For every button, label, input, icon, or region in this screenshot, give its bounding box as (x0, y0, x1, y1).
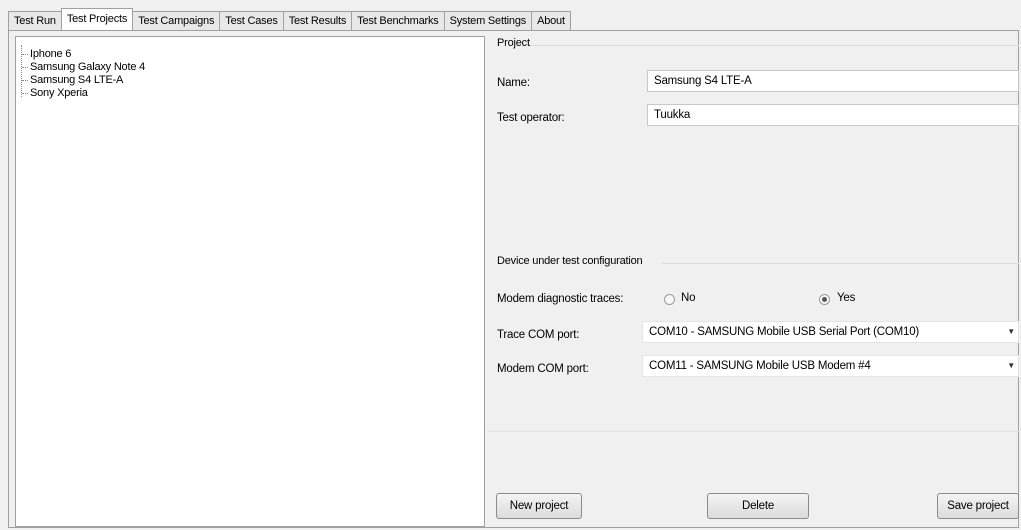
tree-item-label: Samsung S4 LTE-A (30, 74, 124, 86)
modem-com-port-label: Modem COM port: (497, 363, 589, 375)
separator (487, 431, 1020, 432)
radio-no[interactable] (664, 294, 675, 305)
name-field[interactable]: Samsung S4 LTE-A (647, 70, 1019, 92)
modem-com-port-value: COM11 - SAMSUNG Mobile USB Modem #4 (649, 360, 871, 372)
save-project-button[interactable]: Save project (937, 493, 1019, 519)
name-label: Name: (497, 77, 530, 89)
modem-com-port-select[interactable]: COM11 - SAMSUNG Mobile USB Modem #4 ▼ (642, 355, 1019, 377)
tab-system-settings[interactable]: System Settings (443, 11, 533, 30)
tab-test-results[interactable]: Test Results (282, 11, 353, 30)
tab-about[interactable]: About (531, 11, 571, 30)
project-details-pane: Project Name: Samsung S4 LTE-A Test oper… (487, 31, 1020, 529)
tree-item-label: Samsung Galaxy Note 4 (30, 61, 146, 73)
test-operator-field[interactable]: Tuukka (647, 104, 1019, 126)
trace-com-port-label: Trace COM port: (497, 329, 580, 341)
modem-traces-label: Modem diagnostic traces: (497, 293, 624, 305)
chevron-down-icon: ▼ (1007, 327, 1015, 336)
tab-bar: Test Run Test Projects Test Campaigns Te… (8, 8, 571, 30)
tree-item-label: Iphone 6 (30, 48, 72, 60)
tab-panel: Iphone 6 Samsung Galaxy Note 4 Samsung S… (8, 30, 1020, 529)
radio-yes[interactable] (819, 294, 830, 305)
tree-item-label: Sony Xperia (30, 87, 88, 99)
dut-group-title: Device under test configuration (497, 255, 643, 267)
tab-test-cases[interactable]: Test Cases (219, 11, 284, 30)
project-group-border (527, 45, 1019, 46)
projects-tree[interactable]: Iphone 6 Samsung Galaxy Note 4 Samsung S… (15, 36, 485, 527)
test-operator-label: Test operator: (497, 112, 565, 124)
tab-test-benchmarks[interactable]: Test Benchmarks (351, 11, 445, 30)
tree-item[interactable]: Sony Xperia (22, 87, 88, 99)
trace-com-port-value: COM10 - SAMSUNG Mobile USB Serial Port (… (649, 326, 920, 338)
tab-test-campaigns[interactable]: Test Campaigns (132, 11, 221, 30)
radio-yes-label: Yes (837, 292, 856, 304)
dut-group-border (662, 263, 1019, 264)
tree-item[interactable]: Samsung Galaxy Note 4 (22, 61, 146, 73)
tree-item[interactable]: Samsung S4 LTE-A (22, 74, 124, 86)
tree-item[interactable]: Iphone 6 (22, 48, 72, 60)
chevron-down-icon: ▼ (1007, 361, 1015, 370)
radio-no-label: No (681, 292, 696, 304)
project-group-title: Project (497, 37, 530, 49)
tree-connector-line (21, 45, 22, 97)
trace-com-port-select[interactable]: COM10 - SAMSUNG Mobile USB Serial Port (… (642, 321, 1019, 343)
delete-button[interactable]: Delete (707, 493, 809, 519)
tab-test-run[interactable]: Test Run (8, 11, 62, 30)
tab-test-projects[interactable]: Test Projects (60, 8, 134, 30)
new-project-button[interactable]: New project (496, 493, 582, 519)
